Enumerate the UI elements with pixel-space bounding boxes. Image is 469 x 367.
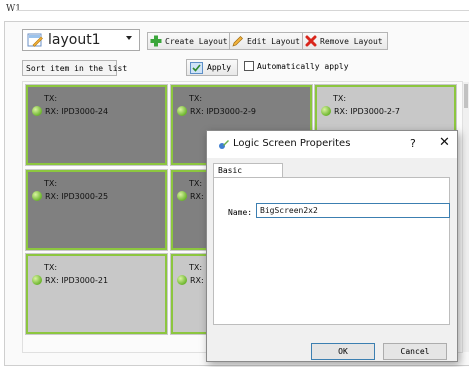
status-dot-icon — [321, 106, 331, 116]
top-divider — [16, 10, 469, 11]
dialog-title-bar[interactable]: Logic Screen Properites ? ✕ — [207, 131, 457, 158]
dialog-body: Basic Settings Name: BigScreen2x2 OK Can… — [207, 158, 457, 361]
tx-label: TX: — [44, 263, 58, 272]
rx-row: RX: IPD3000-25 — [32, 191, 108, 201]
screen-cell[interactable]: TX: RX: IPD3000-21 — [26, 254, 167, 334]
status-dot-icon — [177, 275, 187, 285]
remove-layout-button[interactable]: Remove Layout — [302, 32, 388, 50]
layout-icon — [27, 33, 43, 47]
rx-row: RX: IPD3000-2-7 — [321, 106, 400, 116]
tx-label: TX: — [189, 94, 203, 103]
tx-label: TX: — [333, 94, 347, 103]
layout-select-value: layout1 — [48, 32, 101, 48]
rx-row: RX: IPD3000-24 — [32, 106, 108, 116]
vertical-scrollbar[interactable] — [463, 82, 469, 352]
window-label: W1 — [6, 4, 21, 14]
plus-icon — [150, 35, 162, 47]
rx-label: RX: IPD3000-21 — [45, 275, 109, 285]
create-layout-label: Create Layout — [165, 36, 228, 46]
apply-label: Apply — [207, 63, 232, 72]
screen-cell[interactable]: TX: RX: IPD3000-25 — [26, 170, 167, 250]
remove-x-icon — [305, 35, 317, 47]
tx-label: TX: — [189, 179, 203, 188]
tx-label: TX: — [44, 94, 58, 103]
tx-label: TX: — [189, 263, 203, 272]
edit-layout-button[interactable]: Edit Layout — [229, 32, 305, 50]
create-layout-button[interactable]: Create Layout — [147, 32, 233, 50]
auto-apply-box[interactable] — [244, 61, 254, 71]
chevron-down-icon — [126, 36, 132, 40]
rx-label: RX: IPD3000-24 — [45, 106, 109, 116]
status-dot-icon — [32, 106, 42, 116]
rx-row: RX: I — [177, 275, 209, 285]
apply-icon — [190, 61, 203, 74]
sort-items-label: Sort item in the list — [26, 63, 128, 73]
scrollbar-thumb[interactable] — [464, 84, 468, 108]
rx-label: RX: IPD3000-2-9 — [190, 106, 256, 116]
name-input[interactable]: BigScreen2x2 — [256, 203, 450, 218]
pencil-icon — [232, 36, 243, 47]
cancel-button[interactable]: Cancel — [383, 343, 447, 360]
edit-layout-label: Edit Layout — [247, 36, 300, 46]
status-dot-icon — [177, 106, 187, 116]
tx-label: TX: — [44, 179, 58, 188]
remove-layout-label: Remove Layout — [320, 36, 383, 46]
auto-apply-checkbox[interactable]: Automatically apply — [244, 61, 349, 71]
dialog-title: Logic Screen Properites — [233, 138, 351, 149]
help-button[interactable]: ? — [410, 137, 416, 150]
status-dot-icon — [32, 275, 42, 285]
auto-apply-label: Automatically apply — [257, 61, 349, 71]
rx-row: RX: IPD3000-21 — [32, 275, 108, 285]
layout-select[interactable]: layout1 — [22, 29, 140, 51]
rx-row: RX: IPD3000-2-9 — [177, 106, 256, 116]
ok-button[interactable]: OK — [311, 343, 375, 360]
status-dot-icon — [177, 191, 187, 201]
tab-basic-settings[interactable]: Basic Settings — [213, 163, 283, 189]
logic-screen-dialog: Logic Screen Properites ? ✕ Basic Settin… — [206, 130, 458, 362]
rx-label: RX: IPD3000-25 — [45, 191, 109, 201]
close-icon[interactable]: ✕ — [439, 135, 450, 150]
status-dot-icon — [32, 191, 42, 201]
sort-items-button[interactable]: Sort item in the list — [22, 60, 127, 76]
rx-label: RX: IPD3000-2-7 — [334, 106, 400, 116]
apply-button[interactable]: Apply — [186, 59, 238, 76]
rx-row: RX: I — [177, 191, 209, 201]
app-icon — [219, 140, 229, 149]
screen-cell[interactable]: TX: RX: IPD3000-24 — [26, 85, 167, 165]
name-field-label: Name: — [228, 208, 253, 217]
settings-pane: Name: BigScreen2x2 — [213, 177, 450, 325]
